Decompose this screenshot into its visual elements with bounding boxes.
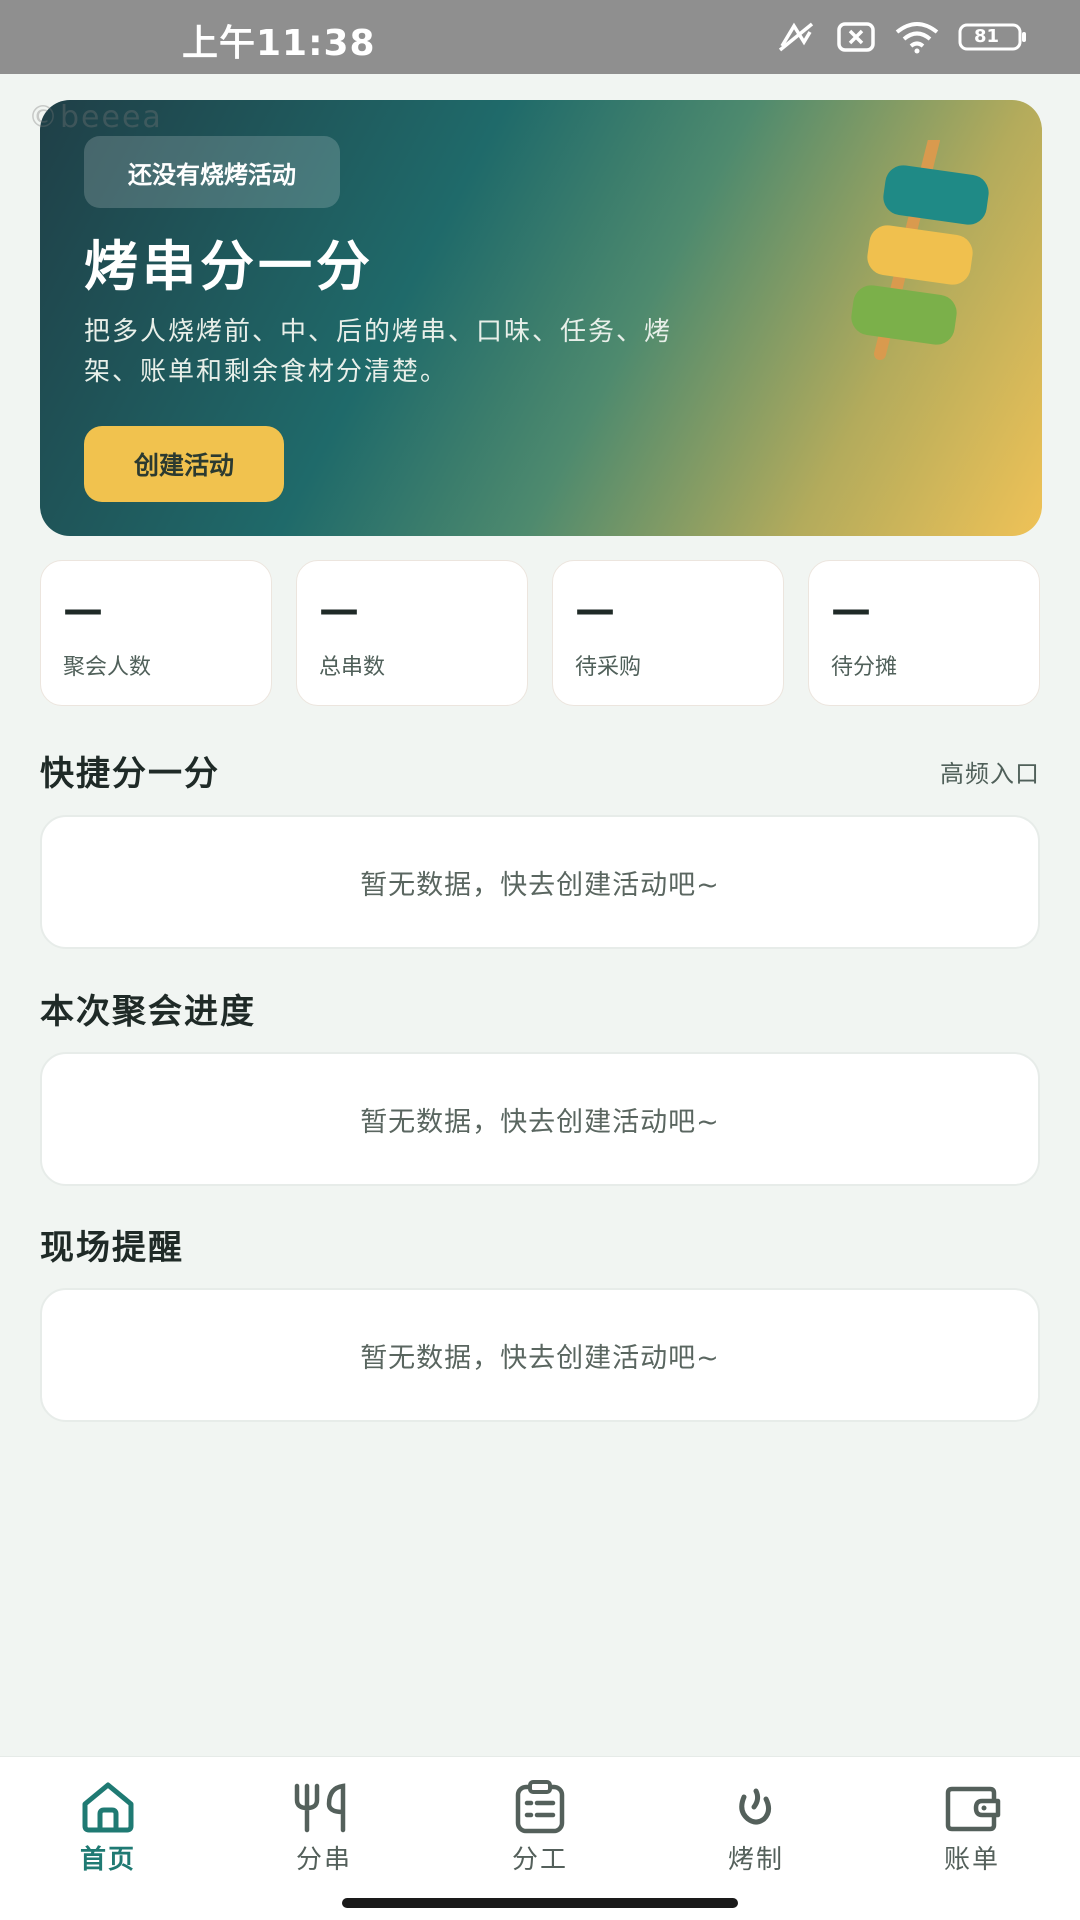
status-time: 上午11:38 — [182, 23, 376, 64]
home-indicator[interactable] — [342, 1898, 738, 1908]
frequent-entry-link[interactable]: 高频入口 — [940, 754, 1040, 789]
empty-state-text: 暂无数据，快去创建活动吧~ — [360, 1106, 720, 1138]
section-title-quick: 快捷分一分 — [40, 754, 220, 794]
hero-status-badge: 还没有烧烤活动 — [84, 136, 340, 208]
stat-label: 聚会人数 — [63, 655, 152, 680]
home-icon — [79, 1779, 137, 1835]
tab-home[interactable]: 首页 — [0, 1757, 216, 1887]
tab-skewers[interactable]: 分串 — [216, 1757, 432, 1887]
stat-card-total-skewers: — 总串数 — [296, 560, 528, 706]
stat-value: — — [63, 587, 103, 633]
hero-banner: 还没有烧烤活动 烤串分一分 把多人烧烤前、中、后的烤串、口味、任务、烤架、账单和… — [40, 100, 1042, 536]
stat-card-to-split: — 待分摊 — [808, 560, 1040, 706]
tab-label: 首页 — [79, 1845, 136, 1875]
stat-value: — — [319, 587, 359, 633]
stat-value: — — [575, 587, 615, 633]
tab-label: 分串 — [295, 1845, 352, 1875]
battery-level: 81 — [974, 26, 1000, 47]
wallet-icon — [942, 1779, 1002, 1835]
quick-empty-card: 暂无数据，快去创建活动吧~ — [40, 815, 1040, 949]
flame-icon — [734, 1779, 778, 1835]
progress-empty-card: 暂无数据，快去创建活动吧~ — [40, 1052, 1040, 1186]
stat-label: 待分摊 — [831, 655, 898, 680]
tab-tasks[interactable]: 分工 — [432, 1757, 648, 1887]
stat-label: 待采购 — [575, 655, 642, 680]
reminder-empty-card: 暂无数据，快去创建活动吧~ — [40, 1288, 1040, 1422]
status-icons: 81 — [774, 20, 1028, 54]
watermark: ©beeea — [28, 100, 163, 135]
tab-label: 账单 — [943, 1845, 1000, 1875]
tab-label: 烤制 — [727, 1845, 784, 1875]
hero-description: 把多人烧烤前、中、后的烤串、口味、任务、烤架、账单和剩余食材分清楚。 — [84, 317, 673, 387]
stat-card-attendees: — 聚会人数 — [40, 560, 272, 706]
vibrate-off-icon — [774, 20, 818, 54]
empty-state-text: 暂无数据，快去创建活动吧~ — [360, 869, 720, 901]
hero-title: 烤串分一分 — [84, 235, 374, 298]
tab-label: 分工 — [511, 1845, 568, 1875]
tab-grilling[interactable]: 烤制 — [648, 1757, 864, 1887]
battery-icon: 81 — [958, 22, 1028, 52]
fork-knife-icon — [291, 1779, 357, 1835]
bottom-tab-bar: 首页 分串 分工 烤制 账单 — [0, 1756, 1080, 1920]
stat-label: 总串数 — [319, 655, 386, 680]
section-title-progress: 本次聚会进度 — [40, 992, 256, 1032]
create-activity-button[interactable]: 创建活动 — [84, 426, 284, 502]
empty-state-text: 暂无数据，快去创建活动吧~ — [360, 1342, 720, 1374]
stat-card-to-purchase: — 待采购 — [552, 560, 784, 706]
wifi-icon — [894, 20, 940, 54]
tab-bills[interactable]: 账单 — [864, 1757, 1080, 1887]
clipboard-icon — [513, 1779, 567, 1835]
skewer-icon — [800, 134, 1000, 404]
section-title-reminder: 现场提醒 — [40, 1228, 184, 1268]
stat-value: — — [831, 587, 871, 633]
status-bar: 上午11:38 81 — [0, 0, 1080, 74]
sim-off-icon — [836, 21, 876, 53]
